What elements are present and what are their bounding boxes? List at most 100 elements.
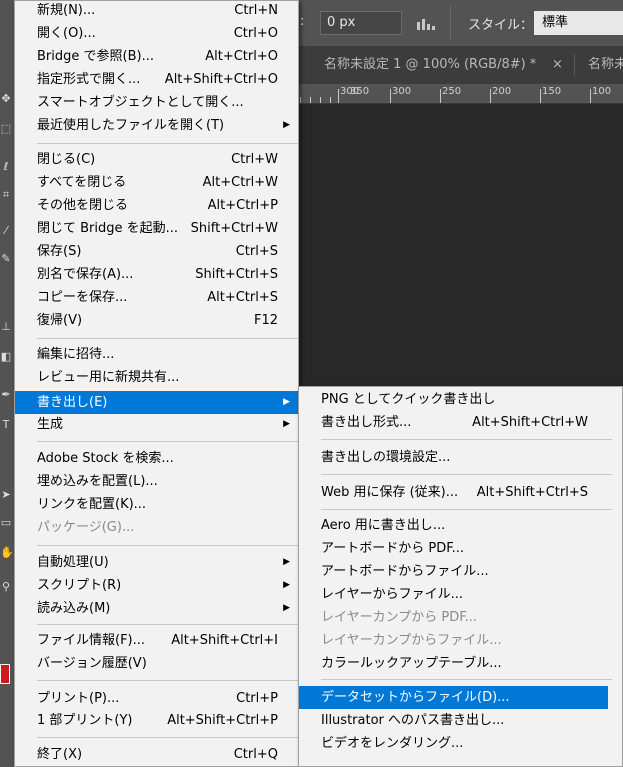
submenu-item-layer-comps-to-files: レイヤーカンプからファイル... <box>321 633 502 648</box>
submenu-arrow-icon: ▶ <box>283 397 290 407</box>
feather-separator: : <box>300 14 305 29</box>
submenu-arrow-icon: ▶ <box>283 580 290 590</box>
foreground-color-swatch[interactable] <box>0 664 10 684</box>
style-label: スタイル： <box>468 18 534 33</box>
submenu-arrow-icon: ▶ <box>283 120 290 130</box>
submenu-item-export-for-aero[interactable]: Aero 用に書き出し... <box>299 514 622 537</box>
menu-item-package: パッケージ(G)... <box>37 520 135 535</box>
menu-item-revert[interactable]: 復帰(V) F12 <box>15 309 298 332</box>
menu-item-close-and-bridge[interactable]: 閉じて Bridge を起動... Shift+Ctrl+W <box>15 217 298 240</box>
eraser-tool-icon[interactable]: ◧ <box>0 350 12 364</box>
lasso-tool-icon[interactable]: ℓ <box>0 160 12 174</box>
menu-item-save-as[interactable]: 別名で保存(A)... Shift+Ctrl+S <box>15 263 298 286</box>
menu-item-print-one-copy[interactable]: 1 部プリント(Y) Alt+Shift+Ctrl+P <box>15 709 298 732</box>
menu-separator <box>37 143 298 144</box>
style-select[interactable]: 標準 <box>534 11 623 35</box>
menu-item-browse-bridge[interactable]: Bridge で参照(B)... Alt+Ctrl+O <box>15 45 298 68</box>
stamp-tool-icon[interactable]: ⊥ <box>0 320 12 334</box>
menu-separator <box>37 680 298 681</box>
rectangle-tool-icon[interactable]: ▭ <box>0 516 12 530</box>
close-tab-icon[interactable]: × <box>552 46 566 84</box>
submenu-item-export-as[interactable]: 書き出し形式... Alt+Shift+Ctrl+W <box>299 411 622 434</box>
options-bar: : 0 px スタイル： 標準 <box>298 0 623 46</box>
menu-item-export[interactable]: 書き出し(E) ▶ <box>15 391 298 414</box>
submenu-arrow-icon: ▶ <box>283 557 290 567</box>
submenu-arrow-icon: ▶ <box>283 419 290 429</box>
ruler-label: 200 <box>492 86 512 97</box>
menu-separator <box>37 441 298 442</box>
submenu-item-artboards-to-pdf[interactable]: アートボードから PDF... <box>299 537 622 560</box>
move-tool-icon[interactable]: ✥ <box>0 92 12 106</box>
menu-item-file-info[interactable]: ファイル情報(F)... Alt+Shift+Ctrl+I <box>15 629 298 652</box>
ruler-label: 150 <box>542 86 562 97</box>
anti-alias-icon[interactable] <box>416 16 438 30</box>
menu-separator <box>321 439 612 440</box>
submenu-item-artboards-to-files[interactable]: アートボードからファイル... <box>299 560 622 583</box>
tab-divider <box>574 54 575 76</box>
menu-item-generate[interactable]: 生成 ▶ <box>15 413 298 436</box>
menu-item-close-all[interactable]: すべてを閉じる Alt+Ctrl+W <box>15 171 298 194</box>
menu-item-save-copy[interactable]: コピーを保存... Alt+Ctrl+S <box>15 286 298 309</box>
menu-item-open-recent[interactable]: 最近使用したファイルを開く(T) ▶ <box>15 114 298 137</box>
menu-separator <box>321 679 612 680</box>
feather-input[interactable]: 0 px <box>320 11 402 35</box>
menu-item-automate[interactable]: 自動処理(U) ▶ <box>15 551 298 574</box>
marquee-tool-icon[interactable]: ⬚ <box>0 122 12 136</box>
menu-item-save[interactable]: 保存(S) Ctrl+S <box>15 240 298 263</box>
menu-item-place-embedded[interactable]: 埋め込みを配置(L)... <box>15 470 298 493</box>
document-tab-bar: 名称未設定 1 @ 100% (RGB/8#) * × 名称未 <box>298 46 623 84</box>
submenu-item-export-preferences[interactable]: 書き出しの環境設定... <box>299 446 622 469</box>
menu-item-print[interactable]: プリント(P)... Ctrl+P <box>15 687 298 710</box>
submenu-arrow-icon: ▶ <box>283 603 290 613</box>
menu-item-open[interactable]: 開く(O)... Ctrl+O <box>15 22 298 45</box>
pen-tool-icon[interactable]: ✒ <box>0 388 12 402</box>
menu-separator <box>321 509 612 510</box>
ruler-label: 250 <box>442 86 462 97</box>
menu-item-open-smart-object[interactable]: スマートオブジェクトとして開く... <box>15 91 298 114</box>
submenu-item-color-lookup-tables[interactable]: カラールックアップテーブル... <box>299 652 622 675</box>
submenu-item-layer-comps-to-pdf: レイヤーカンプから PDF... <box>321 610 477 625</box>
menu-separator <box>37 737 298 738</box>
export-submenu: PNG としてクイック書き出し 書き出し形式... Alt+Shift+Ctrl+… <box>298 386 623 767</box>
submenu-item-quick-export-png[interactable]: PNG としてクイック書き出し <box>299 388 622 411</box>
submenu-item-data-sets-to-files[interactable]: データセットからファイル(D)... <box>299 686 608 709</box>
document-tab-2[interactable]: 名称未 <box>588 46 623 84</box>
file-menu: 新規(N)... Ctrl+N 開く(O)... Ctrl+O Bridge で参照… <box>14 0 299 767</box>
ruler-label: 350 <box>350 86 370 97</box>
document-tab-title: 名称未 <box>588 57 623 72</box>
document-tab-active[interactable]: 名称未設定 1 @ 100% (RGB/8#) * <box>324 46 564 84</box>
horizontal-ruler: 300 350 300 250 200 150 100 <box>298 84 623 104</box>
path-selection-tool-icon[interactable]: ➤ <box>0 488 12 502</box>
menu-separator <box>321 474 612 475</box>
submenu-item-render-video[interactable]: ビデオをレンダリング... <box>299 732 622 755</box>
ruler-label: 100 <box>592 86 612 97</box>
menu-item-close-others[interactable]: その他を閉じる Alt+Ctrl+P <box>15 194 298 217</box>
menu-item-invite-to-edit[interactable]: 編集に招待... <box>15 343 298 366</box>
brush-tool-icon[interactable]: ✎ <box>0 252 12 266</box>
menu-item-close[interactable]: 閉じる(C) Ctrl+W <box>15 148 298 171</box>
submenu-item-layers-to-files[interactable]: レイヤーからファイル... <box>299 583 622 606</box>
zoom-tool-icon[interactable]: ⚲ <box>0 580 12 594</box>
eyedropper-tool-icon[interactable]: ⁄ <box>0 224 12 238</box>
tools-panel: ✥ ⬚ ℓ ⌗ ⁄ ✎ ⊥ ◧ ✒ T ➤ ▭ ✋ ⚲ <box>0 0 14 767</box>
submenu-item-save-for-web[interactable]: Web 用に保存 (従来)... Alt+Shift+Ctrl+S <box>299 481 622 504</box>
menu-item-search-adobe-stock[interactable]: Adobe Stock を検索... <box>15 447 298 470</box>
document-tab-title: 名称未設定 1 @ 100% (RGB/8#) * <box>324 57 537 72</box>
menu-separator <box>37 545 298 546</box>
menu-item-version-history[interactable]: バージョン履歴(V) <box>15 652 298 675</box>
menu-item-import[interactable]: 読み込み(M) ▶ <box>15 597 298 620</box>
menu-separator <box>37 338 298 339</box>
submenu-item-paths-to-illustrator[interactable]: Illustrator へのパス書き出し... <box>299 709 622 732</box>
menu-item-scripts[interactable]: スクリプト(R) ▶ <box>15 574 298 597</box>
crop-tool-icon[interactable]: ⌗ <box>0 188 12 202</box>
menu-separator <box>37 624 298 625</box>
ruler-label: 300 <box>392 86 412 97</box>
options-divider <box>450 6 451 40</box>
menu-item-place-linked[interactable]: リンクを配置(K)... <box>15 493 298 516</box>
menu-item-new[interactable]: 新規(N)... Ctrl+N <box>15 0 298 22</box>
menu-item-open-as[interactable]: 指定形式で開く... Alt+Shift+Ctrl+O <box>15 68 298 91</box>
menu-item-exit[interactable]: 終了(X) Ctrl+Q <box>15 743 298 766</box>
menu-item-share-for-review[interactable]: レビュー用に新規共有... <box>15 366 298 389</box>
hand-tool-icon[interactable]: ✋ <box>0 546 14 560</box>
type-tool-icon[interactable]: T <box>0 418 12 432</box>
